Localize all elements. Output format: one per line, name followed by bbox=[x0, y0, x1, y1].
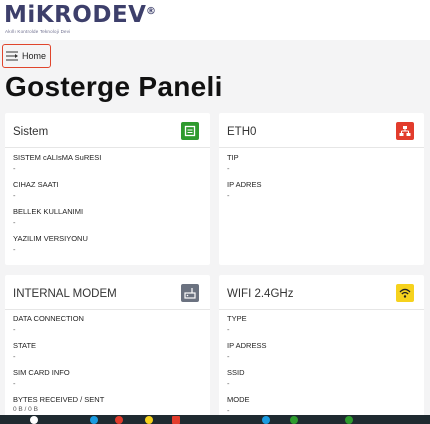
field-label: CIHAZ SAATI bbox=[13, 180, 59, 189]
taskbar bbox=[0, 415, 430, 424]
field-value: - bbox=[13, 218, 16, 227]
wifi-icon[interactable] bbox=[396, 284, 414, 302]
field-value: - bbox=[13, 164, 16, 173]
field-value: - bbox=[13, 379, 16, 388]
registered-mark: ® bbox=[146, 6, 157, 17]
sistem-card: Sistem SISTEM cALIsMA SuRESI - CIHAZ SAA… bbox=[5, 113, 210, 265]
field-label: DATA CONNECTION bbox=[13, 314, 84, 323]
card-divider bbox=[219, 147, 424, 148]
eth0-card: ETH0 TIP - IP ADRES - bbox=[219, 113, 424, 265]
field-label: SIM CARD INFO bbox=[13, 368, 70, 377]
field-label: SSID bbox=[227, 368, 245, 377]
logo-text: MiKRODEV bbox=[4, 2, 147, 28]
internal-modem-card-title: INTERNAL MODEM bbox=[13, 288, 117, 300]
home-label: Home bbox=[22, 51, 47, 61]
field-value: - bbox=[227, 191, 230, 200]
field-value: - bbox=[13, 191, 16, 200]
taskbar-app-icon[interactable] bbox=[115, 416, 123, 424]
taskbar-app-icon[interactable] bbox=[30, 416, 38, 424]
field-label: SISTEM cALIsMA SuRESI bbox=[13, 153, 102, 162]
field-value: - bbox=[227, 325, 230, 334]
field-label: TYPE bbox=[227, 314, 247, 323]
eth0-card-title: ETH0 bbox=[227, 126, 257, 138]
taskbar-app-icon[interactable] bbox=[172, 416, 180, 424]
field-value: - bbox=[13, 325, 16, 334]
card-divider bbox=[5, 309, 210, 310]
network-icon[interactable] bbox=[396, 122, 414, 140]
page-title: Gosterge Paneli bbox=[5, 71, 223, 102]
field-label: IP ADRES bbox=[227, 180, 262, 189]
field-label: YAZILIM VERSIYONU bbox=[13, 234, 88, 243]
wifi-card-title: WIFI 2.4GHz bbox=[227, 288, 294, 300]
wifi-card: WIFI 2.4GHz TYPE - IP ADRESS - SSID - MO… bbox=[219, 275, 424, 420]
field-label: STATE bbox=[13, 341, 37, 350]
logo-tagline: Akıllı Kontrolde Teknoloji Devi bbox=[5, 29, 71, 34]
field-value: - bbox=[13, 245, 16, 254]
internal-modem-card: INTERNAL MODEM DATA CONNECTION - STATE -… bbox=[5, 275, 210, 420]
field-label: IP ADRESS bbox=[227, 341, 267, 350]
card-divider bbox=[5, 147, 210, 148]
field-label: MODE bbox=[227, 395, 250, 404]
field-label: BYTES RECEIVED / SENT bbox=[13, 395, 105, 404]
modem-icon[interactable] bbox=[181, 284, 199, 302]
home-button[interactable]: Home bbox=[2, 44, 51, 68]
field-value: - bbox=[227, 379, 230, 388]
field-value: - bbox=[13, 352, 16, 361]
card-divider bbox=[219, 309, 424, 310]
taskbar-app-icon[interactable] bbox=[90, 416, 98, 424]
taskbar-app-icon[interactable] bbox=[262, 416, 270, 424]
taskbar-app-icon[interactable] bbox=[345, 416, 353, 424]
taskbar-app-icon[interactable] bbox=[290, 416, 298, 424]
taskbar-app-icon[interactable] bbox=[145, 416, 153, 424]
field-label: TIP bbox=[227, 153, 239, 162]
field-value: - bbox=[227, 406, 230, 415]
sistem-card-title: Sistem bbox=[13, 126, 49, 138]
menu-lines-icon bbox=[6, 51, 18, 61]
field-value: - bbox=[227, 164, 230, 173]
field-value: 0 B / 0 B bbox=[13, 406, 38, 413]
field-value: - bbox=[227, 352, 230, 361]
panel-icon[interactable] bbox=[181, 122, 199, 140]
field-label: BELLEK KULLANIMI bbox=[13, 207, 84, 216]
logo: MiKRODEV ® bbox=[4, 2, 156, 28]
top-bar: MiKRODEV ® Akıllı Kontrolde Teknoloji De… bbox=[0, 0, 430, 40]
